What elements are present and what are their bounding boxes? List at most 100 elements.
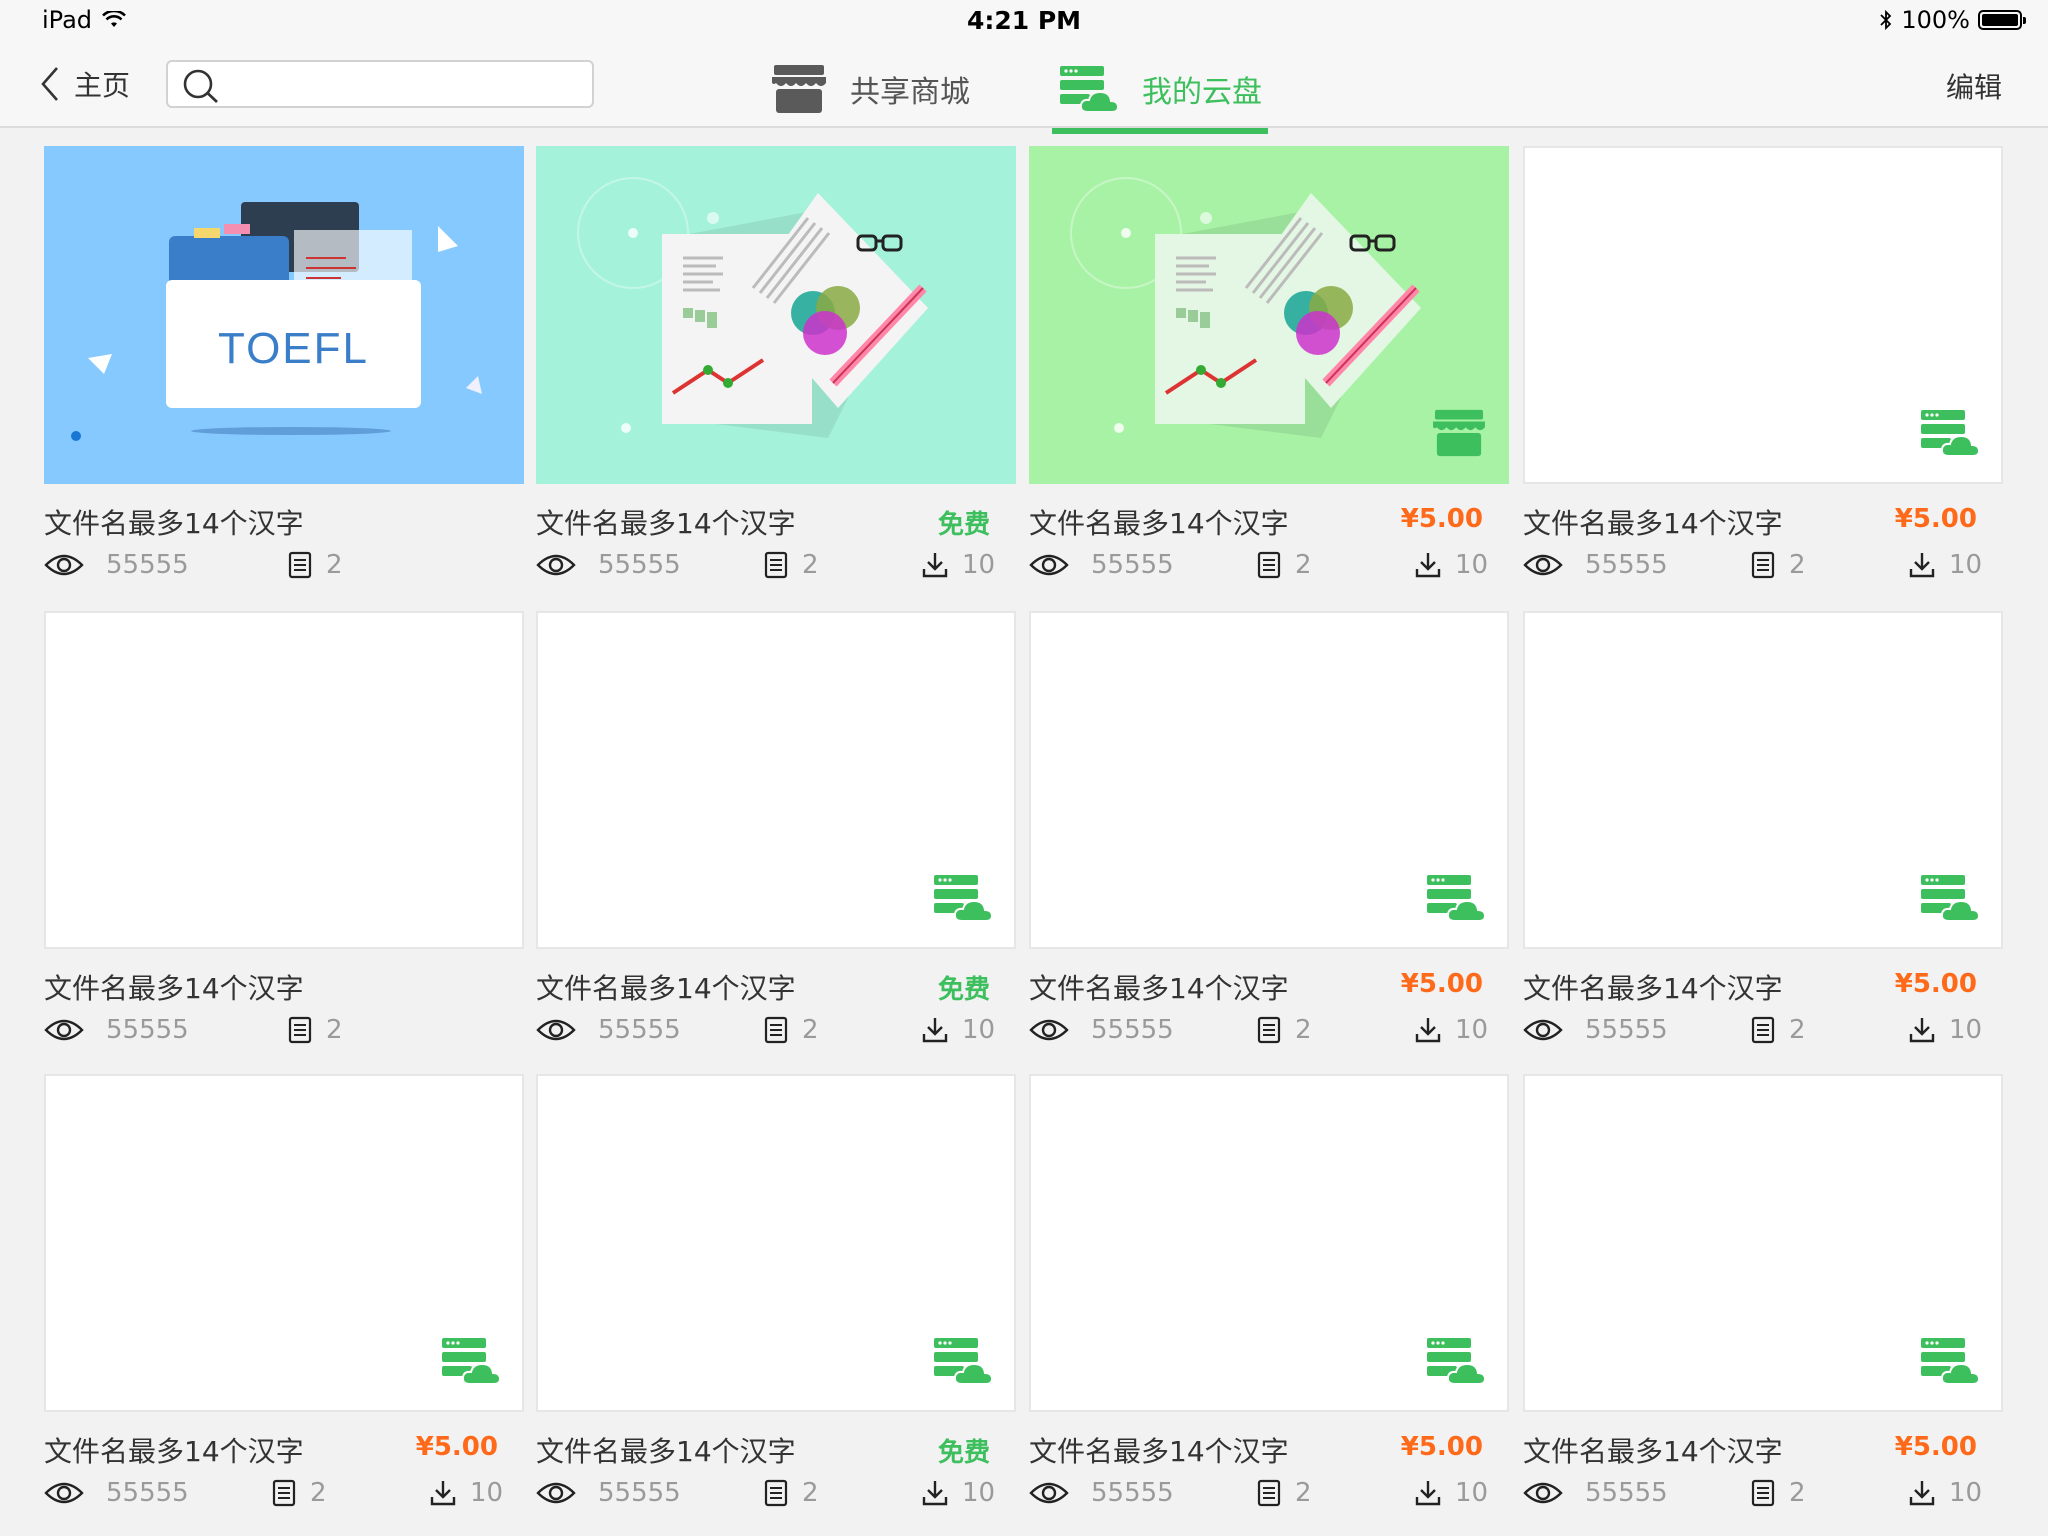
file-stats: 55555 2 10	[44, 1474, 524, 1514]
file-thumbnail[interactable]	[1029, 1074, 1509, 1412]
downloads-stat: 10	[1909, 1015, 1982, 1045]
cloud-drive-icon	[442, 1338, 502, 1385]
cloud-badge	[1425, 873, 1487, 927]
file-thumbnail[interactable]: TOEFL	[44, 146, 524, 484]
download-icon	[1415, 1481, 1441, 1506]
downloads-count: 10	[1949, 1015, 1983, 1045]
price-label: ¥5.00	[1894, 1432, 1977, 1462]
document-icon	[764, 551, 788, 579]
file-stats: 55555 2 10	[1523, 1011, 2003, 1051]
file-card[interactable]: 文件名最多14个汉字 免费 55555 2 10	[536, 611, 1016, 1045]
file-card[interactable]: 文件名最多14个汉字 ¥5.00 55555 2 10	[1523, 146, 2003, 580]
tab-my-cloud-label: 我的云盘	[1142, 75, 1262, 110]
store-icon	[772, 65, 826, 113]
views-count: 55555	[1091, 1478, 1174, 1508]
file-stats: 55555 2 10	[1029, 1011, 1509, 1051]
pages-stat: 2	[1751, 550, 1806, 580]
pages-stat: 2	[764, 1478, 819, 1508]
file-card[interactable]: 文件名最多14个汉字 ¥5.00 55555 2 10	[1029, 611, 1509, 1045]
file-thumbnail[interactable]	[1029, 611, 1509, 949]
eye-icon	[1029, 1482, 1069, 1504]
document-icon	[1751, 551, 1775, 579]
document-icon	[764, 1016, 788, 1044]
cloud-badge	[440, 1336, 502, 1390]
cloud-drive-icon	[934, 1338, 994, 1385]
back-button[interactable]: 主页	[40, 64, 130, 104]
file-card[interactable]: 文件名最多14个汉字 免费 55555 2 10	[536, 1074, 1016, 1508]
file-card[interactable]: 文件名最多14个汉字 55555 2	[44, 611, 524, 1045]
file-thumbnail[interactable]	[1523, 611, 2003, 949]
pages-count: 2	[310, 1478, 327, 1508]
cloud-drive-icon	[1921, 875, 1981, 922]
pages-stat: 2	[1751, 1478, 1806, 1508]
file-title: 文件名最多14个汉字	[1029, 507, 1289, 540]
pages-count: 2	[1789, 550, 1806, 580]
views-count: 55555	[1585, 550, 1668, 580]
file-stats: 55555 2 10	[1029, 1474, 1509, 1514]
store-icon	[1433, 409, 1485, 457]
downloads-stat: 10	[922, 1478, 995, 1508]
price-label: ¥5.00	[415, 1432, 498, 1462]
file-stats: 55555 2 10	[536, 546, 1016, 586]
chevron-left-icon	[41, 67, 58, 101]
file-card[interactable]: 文件名最多14个汉字 ¥5.00 55555 2 10	[44, 1074, 524, 1508]
price-label: 免费	[937, 510, 990, 540]
views-stat: 55555	[1029, 550, 1174, 580]
tab-shared-store[interactable]: 共享商城	[770, 52, 970, 126]
toefl-label: TOEFL	[217, 324, 369, 373]
status-bar: iPad 4:21 PM 100%	[0, 0, 2048, 42]
views-stat: 55555	[536, 1478, 681, 1508]
pages-count: 2	[1789, 1478, 1806, 1508]
file-thumbnail[interactable]	[44, 611, 524, 949]
document-icon	[1257, 1016, 1281, 1044]
document-icon	[288, 1016, 312, 1044]
edit-button[interactable]: 编辑	[1946, 66, 2002, 106]
views-count: 55555	[106, 550, 189, 580]
file-thumbnail[interactable]	[44, 1074, 524, 1412]
nav-bar: 主页 共享商城 我的云盘 编辑	[0, 42, 2048, 134]
cloud-badge	[1919, 408, 1981, 462]
downloads-stat: 10	[922, 1015, 995, 1045]
documents-illustration	[577, 177, 928, 438]
downloads-count: 10	[1455, 550, 1489, 580]
file-card[interactable]: 文件名最多14个汉字 ¥5.00 55555 2 10	[1523, 611, 2003, 1045]
file-card[interactable]: 文件名最多14个汉字 ¥5.00 55555 2 10	[1029, 146, 1509, 580]
pages-count: 2	[1295, 1478, 1312, 1508]
downloads-count: 10	[962, 1015, 996, 1045]
file-thumbnail[interactable]	[536, 1074, 1016, 1412]
eye-icon	[1523, 1482, 1563, 1504]
file-thumbnail[interactable]	[1523, 1074, 2003, 1412]
file-thumbnail[interactable]	[1029, 146, 1509, 484]
file-card[interactable]: 文件名最多14个汉字 免费 55555 2 10	[536, 146, 1016, 580]
file-card[interactable]: 文件名最多14个汉字 ¥5.00 55555 2 10	[1523, 1074, 2003, 1508]
tab-my-cloud[interactable]: 我的云盘	[1052, 52, 1268, 134]
file-thumbnail[interactable]	[536, 611, 1016, 949]
pages-count: 2	[1789, 1015, 1806, 1045]
download-icon	[1909, 553, 1935, 578]
search-input[interactable]	[166, 60, 594, 108]
document-icon	[1751, 1016, 1775, 1044]
file-card[interactable]: 文件名最多14个汉字 ¥5.00 55555 2 10	[1029, 1074, 1509, 1508]
cloud-drive-icon	[934, 875, 994, 922]
status-right: 100%	[1879, 6, 2026, 34]
file-title: 文件名最多14个汉字	[536, 507, 796, 540]
cloud-drive-icon	[1060, 66, 1120, 113]
file-title: 文件名最多14个汉字	[44, 1435, 304, 1468]
views-count: 55555	[598, 1478, 681, 1508]
file-thumbnail[interactable]	[536, 146, 1016, 484]
status-time: 4:21 PM	[966, 6, 1082, 35]
file-card[interactable]: TOEFL 文件名最多14个汉字 55555 2	[44, 146, 524, 580]
eye-icon	[44, 554, 84, 576]
document-icon	[1751, 1479, 1775, 1507]
views-count: 55555	[106, 1015, 189, 1045]
file-thumbnail[interactable]	[1523, 146, 2003, 484]
file-title: 文件名最多14个汉字	[44, 507, 304, 540]
downloads-count: 10	[962, 550, 996, 580]
price-label: 免费	[937, 1438, 990, 1468]
pages-count: 2	[326, 1015, 343, 1045]
downloads-count: 10	[1949, 1478, 1983, 1508]
price-label: ¥5.00	[1400, 1432, 1483, 1462]
downloads-stat: 10	[1909, 550, 1982, 580]
eye-icon	[536, 1019, 576, 1041]
download-icon	[922, 1481, 948, 1506]
